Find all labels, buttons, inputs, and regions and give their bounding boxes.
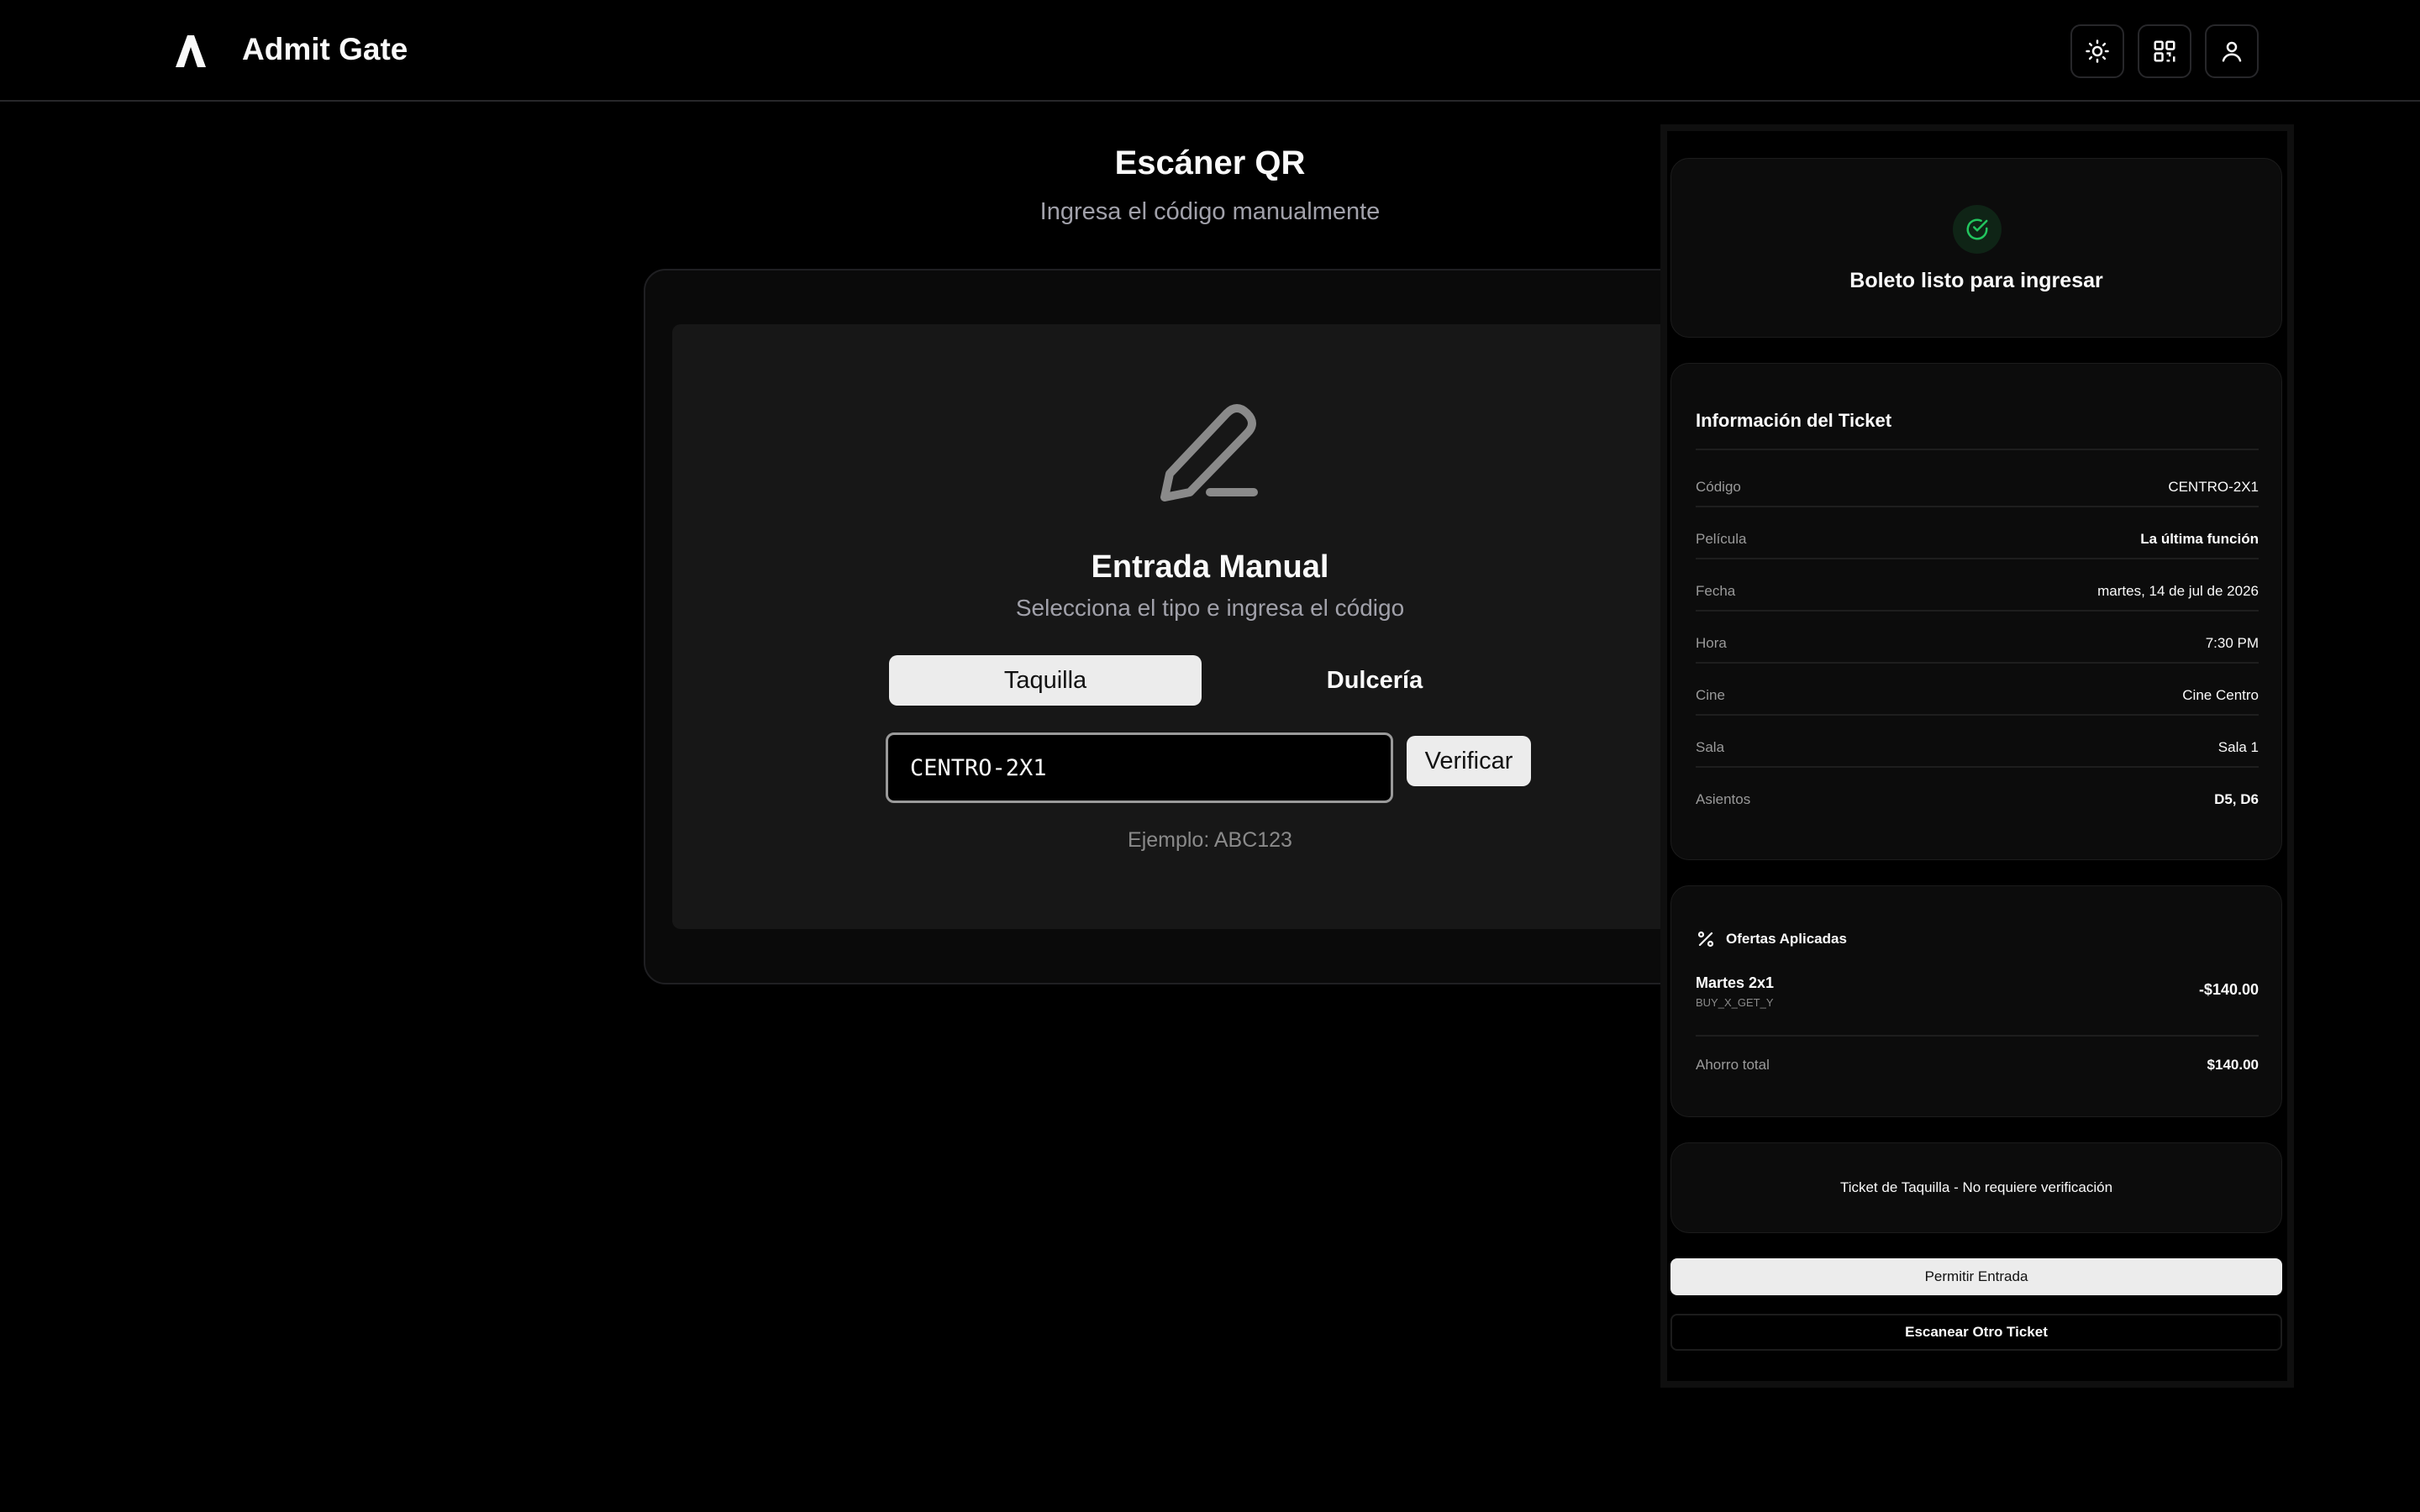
verify-button[interactable]: Verificar [1407,736,1531,786]
tab-dulceria[interactable]: Dulcería [1218,655,1531,706]
info-value-pelicula: La última función [2140,531,2259,547]
info-value-hora: 7:30 PM [2205,635,2259,651]
logo-mark-icon [176,35,206,67]
divider [1696,714,2259,716]
app-header: Admit Gate [0,0,2420,102]
offer-amount: -$140.00 [2198,981,2259,998]
info-label-codigo: Código [1696,479,1741,495]
ticket-info-card [1670,363,2282,860]
info-label-hora: Hora [1696,635,1727,651]
ticket-note: Ticket de Taquilla - No requiere verific… [1839,1179,2113,1195]
total-saving-label: Ahorro total [1696,1057,1770,1073]
info-value-cine: Cine Centro [2182,687,2259,703]
info-value-codigo: CENTRO-2X1 [2168,479,2259,495]
qr-scanner-button[interactable] [2138,24,2191,78]
divider [1696,766,2259,768]
code-input[interactable] [886,732,1393,803]
scan-another-button[interactable]: Escanear Otro Ticket [1670,1314,2282,1351]
offer-name: Martes 2x1 [1696,974,1775,991]
allow-entry-button[interactable]: Permitir Entrada [1670,1258,2282,1295]
brand-name: Admit Gate [242,32,408,66]
divider [1696,662,2259,664]
offers-title: Ofertas Aplicadas [1726,931,1847,947]
qr-code-icon [2154,40,2175,62]
info-label-pelicula: Película [1696,531,1747,547]
info-label-cine: Cine [1696,687,1725,703]
offer-code: BUY_X_GET_Y [1696,996,1774,1009]
divider [1696,506,2259,507]
tab-taquilla[interactable]: Taquilla [889,655,1202,706]
info-label-asientos: Asientos [1696,791,1751,807]
percent-icon [1697,931,1714,948]
pen-icon [1160,404,1258,501]
ticket-info-title: Información del Ticket [1696,410,1892,431]
sun-icon [2086,39,2109,63]
user-icon [2222,41,2242,62]
info-label-fecha: Fecha [1696,583,1736,599]
info-value-sala: Sala 1 [2217,739,2259,755]
divider [1696,1035,2259,1037]
divider [1696,610,2259,612]
status-text: Boleto listo para ingresar [1849,269,2103,292]
divider [1696,449,2259,450]
status-indicator [1953,205,2002,254]
total-saving-value: $140.00 [2207,1057,2259,1073]
user-profile-button[interactable] [2205,24,2259,78]
divider [1696,558,2259,559]
info-label-sala: Sala [1696,739,1725,755]
info-value-fecha: martes, 14 de jul de 2026 [2097,583,2259,599]
info-value-asientos: D5, D6 [2214,791,2259,807]
check-circle-icon [1966,218,1988,240]
theme-toggle-button[interactable] [2070,24,2124,78]
